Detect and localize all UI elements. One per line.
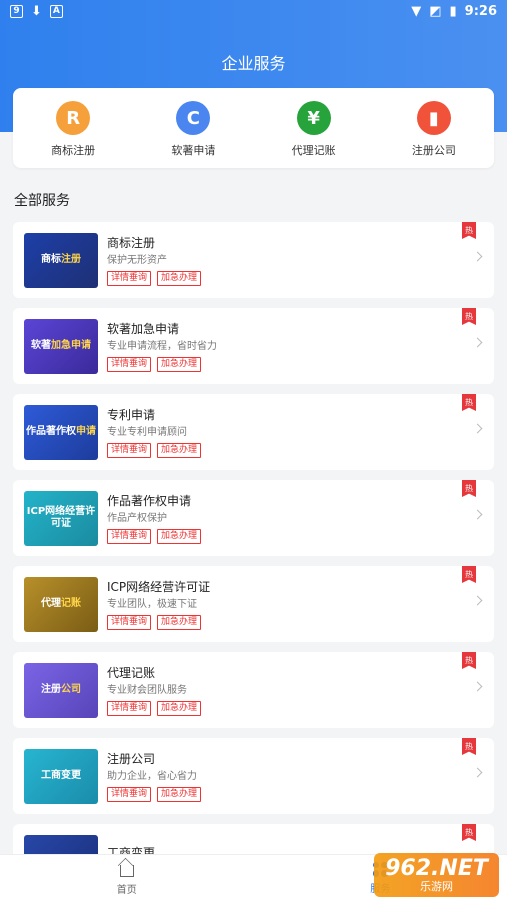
status-bar: 9 ⬇ A ▼ ◩ ▮ 9:26 [0, 0, 507, 22]
service-desc: 专业财会团队服务 [107, 684, 187, 696]
service-desc: 专业专利申请顾问 [107, 426, 187, 438]
service-title: ICP网络经营许可证 [107, 579, 211, 594]
detail-inquiry-button[interactable]: 详情垂询 [107, 270, 152, 286]
urgent-process-button[interactable]: 加急办理 [157, 786, 202, 802]
thumbnail-text-b: 公司 [61, 684, 81, 695]
quick-item-label: 注册公司 [411, 144, 456, 157]
watermark-bottom: 乐游网 [420, 880, 453, 893]
thumbnail-text-a: ICP网络经营许可证 [26, 506, 96, 529]
thumbnail-text-b: 申请 [76, 426, 96, 437]
trademark-icon: R [56, 101, 91, 135]
thumbnail-text-a: 作品著作权 [26, 426, 76, 437]
yen-icon: ¥ [296, 101, 331, 135]
thumbnail-text-b: 记账 [61, 598, 81, 609]
font-icon: A [49, 4, 63, 18]
section-title: 全部服务 [14, 193, 70, 209]
service-row[interactable]: 作品著作权申请 专利申请 专业专利申请顾问 详情垂询 加急办理热 [13, 394, 494, 470]
service-desc: 助力企业，省心省力 [107, 770, 197, 782]
detail-inquiry-button[interactable]: 详情垂询 [107, 700, 152, 716]
thumbnail-title: 工商变更 [41, 770, 81, 782]
thumbnail-title: 商标注册 [41, 254, 81, 266]
tab-home-label: 首页 [116, 885, 137, 896]
thumbnail-text-a: 注册 [41, 684, 61, 695]
service-title: 商标注册 [107, 235, 156, 250]
service-desc: 专业团队，极速下证 [107, 598, 197, 610]
service-info: 商标注册保护无形资产详情垂询 加急办理 [107, 235, 494, 286]
thumbnail-title: 作品著作权申请 [26, 426, 96, 438]
service-thumbnail: 代理记账 [24, 576, 98, 632]
service-thumbnail: 作品著作权申请 [24, 404, 98, 460]
service-row[interactable]: 工商变更 注册公司 助力企业，省心省力 详情垂询 加急办理热 [13, 738, 494, 814]
app-notification-icon: 9 [10, 4, 23, 18]
service-title: 注册公司 [107, 751, 156, 766]
service-info: 软著加急申请专业申请流程，省时省力详情垂询 加急办理 [107, 321, 494, 372]
detail-inquiry-button[interactable]: 详情垂询 [107, 356, 152, 372]
detail-inquiry-button[interactable]: 详情垂询 [107, 528, 152, 544]
quick-item-2[interactable]: ¥ 代理记账 [254, 88, 374, 168]
service-info: 代理记账专业财会团队服务详情垂询 加急办理 [107, 665, 494, 716]
thumbnail-text-a: 代理 [41, 598, 61, 609]
urgent-process-button[interactable]: 加急办理 [157, 442, 202, 458]
thumbnail-text-a: 软著 [31, 340, 51, 351]
service-thumbnail: 商标注册 [24, 232, 98, 288]
quick-item-label: 代理记账 [291, 144, 336, 157]
service-title: 代理记账 [107, 665, 156, 680]
urgent-process-button[interactable]: 加急办理 [157, 700, 202, 716]
building-icon: ▮ [416, 101, 451, 135]
thumbnail-text-b: 注册 [61, 254, 81, 265]
hot-badge: 热 [462, 824, 476, 841]
service-list: 商标注册 商标注册 保护无形资产 详情垂询 加急办理热软著加急申请 软著加急申请 专业申请流… [13, 222, 494, 901]
thumbnail-text-b: 加急申请 [51, 340, 91, 351]
watermark-logo: 962.NET 乐游网 [374, 853, 499, 897]
service-row[interactable]: 代理记账 ICP网络经营许可证 专业团队，极速下证 详情垂询 加急办理热 [13, 566, 494, 642]
urgent-process-button[interactable]: 加急办理 [157, 528, 202, 544]
service-thumbnail: 注册公司 [24, 662, 98, 718]
service-title: 专利申请 [107, 407, 156, 422]
thumbnail-text-a: 商标 [41, 254, 61, 265]
thumbnail-title: ICP网络经营许可证 [24, 506, 98, 530]
status-time: 9:26 [464, 3, 497, 19]
service-desc: 专业申请流程，省时省力 [107, 340, 217, 352]
signal-icon: ◩ [429, 3, 442, 19]
quick-item-3[interactable]: ▮ 注册公司 [374, 88, 494, 168]
service-row[interactable]: ICP网络经营许可证 作品著作权申请 作品产权保护 详情垂询 加急办理热 [13, 480, 494, 556]
quick-item-1[interactable]: C 软著申请 [133, 88, 253, 168]
urgent-process-button[interactable]: 加急办理 [157, 270, 202, 286]
quick-services-card: R 商标注册 C 软著申请 ¥ 代理记账 ▮ 注册公司 [13, 88, 494, 168]
quick-item-label: 商标注册 [51, 144, 96, 157]
service-info: 作品著作权申请 作品产权保护详情垂询 加急办理 [107, 493, 494, 544]
thumbnail-title: 代理记账 [41, 598, 81, 610]
service-title: 作品著作权申请 [107, 493, 192, 508]
thumbnail-title: 注册公司 [41, 684, 81, 696]
service-desc: 作品产权保护 [107, 512, 167, 524]
service-info: 专利申请专业专利申请顾问详情垂询 加急办理 [107, 407, 494, 458]
service-row[interactable]: 软著加急申请 软著加急申请 专业申请流程，省时省力 详情垂询 加急办理热 [13, 308, 494, 384]
urgent-process-button[interactable]: 加急办理 [157, 614, 202, 630]
service-info: 注册公司助力企业，省心省力详情垂询 加急办理 [107, 751, 494, 802]
service-desc: 保护无形资产 [107, 254, 167, 266]
service-thumbnail: 工商变更 [24, 748, 98, 804]
page-title: 企业服务 [221, 54, 286, 73]
service-info: ICP网络经营许可证 专业团队，极速下证详情垂询 加急办理 [107, 579, 494, 630]
quick-item-label: 软著申请 [171, 144, 216, 157]
service-thumbnail: 软著加急申请 [24, 318, 98, 374]
urgent-process-button[interactable]: 加急办理 [157, 356, 202, 372]
detail-inquiry-button[interactable]: 详情垂询 [107, 786, 152, 802]
battery-icon: ▮ [449, 3, 457, 19]
thumbnail-title: 软著加急申请 [31, 340, 91, 352]
watermark-top: 962.NET [385, 856, 488, 881]
service-thumbnail: ICP网络经营许可证 [24, 490, 98, 546]
detail-inquiry-button[interactable]: 详情垂询 [107, 614, 152, 630]
wifi-icon: ▼ [411, 3, 422, 19]
quick-item-0[interactable]: R 商标注册 [13, 88, 133, 168]
detail-inquiry-button[interactable]: 详情垂询 [107, 442, 152, 458]
home-icon [119, 865, 134, 877]
service-row[interactable]: 商标注册 商标注册 保护无形资产 详情垂询 加急办理热 [13, 222, 494, 298]
service-title: 软著加急申请 [107, 321, 180, 336]
service-row[interactable]: 注册公司 代理记账 专业财会团队服务 详情垂询 加急办理热 [13, 652, 494, 728]
thumbnail-text-a: 工商变更 [41, 770, 81, 781]
tab-home[interactable]: 首页 [0, 855, 254, 901]
download-icon: ⬇ [31, 3, 42, 19]
copyright-icon: C [176, 101, 211, 135]
